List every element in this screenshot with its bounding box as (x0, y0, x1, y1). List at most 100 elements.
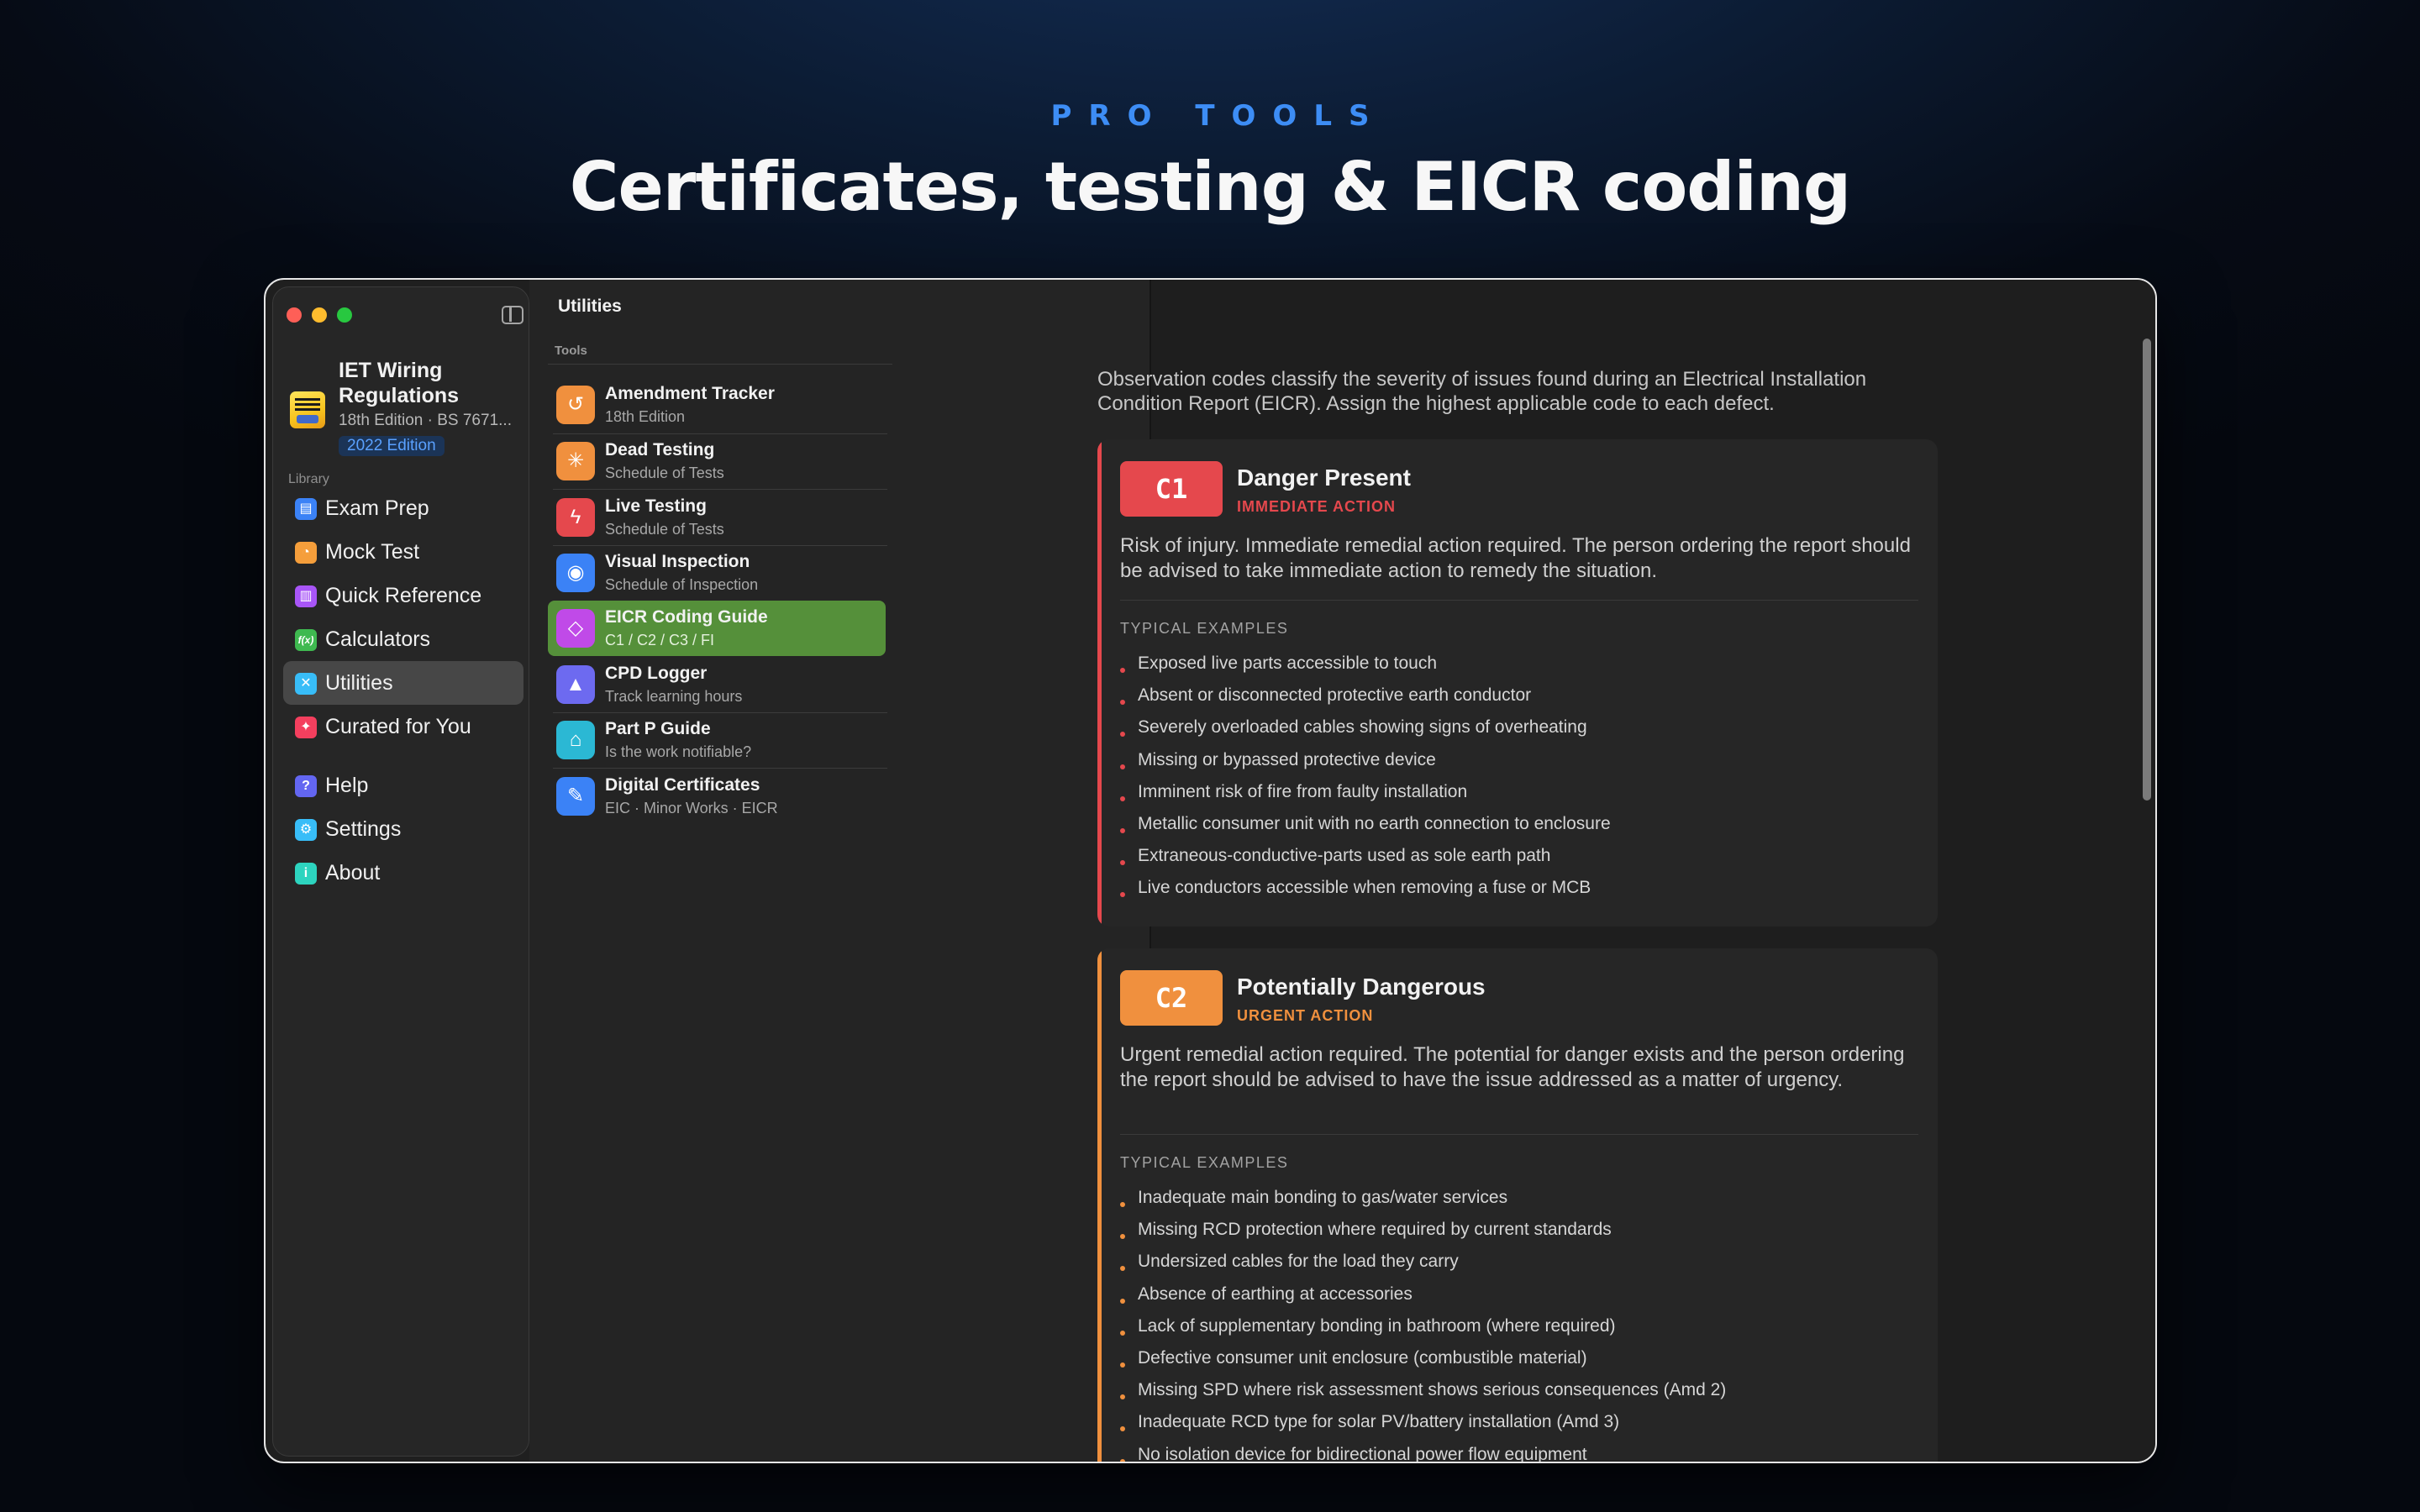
gear-icon: ⚙ (295, 819, 317, 841)
bullet-icon (1120, 795, 1125, 801)
close-window-button[interactable] (287, 307, 302, 323)
book-subtitle: 18th Edition · BS 7671... (339, 412, 512, 429)
divider (548, 364, 892, 365)
tool-visual-inspection[interactable]: ◉ Visual Inspection Schedule of Inspecti… (548, 545, 886, 601)
history-icon: ↺ (556, 386, 595, 424)
hero-eyebrow: PRO TOOLS (1050, 99, 1386, 133)
sidebar-item-utilities[interactable]: ✕ Utilities (283, 661, 523, 705)
list-item: Severely overloaded cables showing signs… (1120, 715, 1918, 747)
list-item: Undersized cables for the load they carr… (1120, 1249, 1918, 1281)
app-window: IET Wiring Regulations 18th Edition · BS… (264, 278, 2157, 1463)
tool-subtitle: Schedule of Tests (605, 465, 724, 481)
clipboard-icon: ▤ (295, 498, 317, 520)
sidebar-item-mock-test[interactable]: ◔ Mock Test (283, 530, 523, 574)
eye-icon: ◉ (556, 554, 595, 592)
bullet-icon (1120, 668, 1125, 673)
scrollbar[interactable] (2143, 339, 2151, 801)
minimize-window-button[interactable] (312, 307, 327, 323)
list-item: Missing or bypassed protective device (1120, 748, 1918, 780)
example-text: Absence of earthing at accessories (1138, 1284, 1413, 1304)
tool-cpd-logger[interactable]: ▲ CPD Logger Track learning hours (548, 657, 886, 712)
hero-title: Certificates, testing & EICR coding (569, 148, 1851, 226)
examples-list: Inadequate main bonding to gas/water ser… (1120, 1185, 1918, 1463)
tool-amendment-tracker[interactable]: ↺ Amendment Tracker 18th Edition (548, 377, 886, 433)
list-item: Absent or disconnected protective earth … (1120, 683, 1918, 715)
code-card-c1: C1 Danger Present IMMEDIATE ACTION Risk … (1097, 439, 1938, 927)
sidebar-item-label: Exam Prep (325, 496, 429, 520)
book-title: IET Wiring Regulations (339, 359, 460, 407)
sidebar-item-exam-prep[interactable]: ▤ Exam Prep (283, 486, 523, 530)
tool-part-p-guide[interactable]: ⌂ Part P Guide Is the work notifiable? (548, 712, 886, 768)
sidebar-item-label: Settings (325, 817, 402, 841)
example-text: Absent or disconnected protective earth … (1138, 685, 1532, 706)
tool-subtitle: C1 / C2 / C3 / FI (605, 632, 715, 648)
card-description: Urgent remedial action required. The pot… (1120, 1043, 1905, 1091)
example-text: Defective consumer unit enclosure (combu… (1138, 1347, 1587, 1368)
sidebar-item-label: Calculators (325, 627, 431, 651)
bullet-icon (1120, 1394, 1125, 1400)
sidebar-item-help[interactable]: ? Help (283, 764, 523, 807)
tool-eicr-coding-guide[interactable]: ◇ EICR Coding Guide C1 / C2 / C3 / FI (548, 601, 886, 656)
bullet-icon (1120, 1266, 1125, 1272)
sidebar-item-quick-reference[interactable]: ▥ Quick Reference (283, 574, 523, 617)
example-text: No isolation device for bidirectional po… (1138, 1444, 1587, 1463)
list-item: Defective consumer unit enclosure (combu… (1120, 1346, 1918, 1378)
list-item: Live conductors accessible when removing… (1120, 875, 1918, 907)
example-text: Imminent risk of fire from faulty instal… (1138, 781, 1468, 801)
building-icon: ⌂ (556, 721, 595, 759)
example-text: Exposed live parts accessible to touch (1138, 654, 1438, 673)
sidebar-item-settings[interactable]: ⚙ Settings (283, 807, 523, 851)
bullet-icon (1120, 827, 1125, 833)
example-text: Lack of supplementary bonding in bathroo… (1138, 1315, 1616, 1336)
bullet-icon (1120, 1426, 1125, 1432)
example-text: Live conductors accessible when removing… (1138, 878, 1591, 898)
list-item: Exposed live parts accessible to touch (1120, 651, 1918, 683)
examples-label: TYPICAL EXAMPLES (1120, 1154, 1289, 1171)
card-accent-bar (1097, 948, 1102, 1462)
timer-icon: ◔ (295, 542, 317, 564)
function-icon: f(x) (295, 629, 317, 651)
library-section-label: Library (288, 472, 329, 486)
bullet-icon (1120, 892, 1125, 898)
example-text: Missing RCD protection where required by… (1138, 1220, 1612, 1240)
info-icon: i (295, 863, 317, 885)
sidebar-item-calculators[interactable]: f(x) Calculators (283, 617, 523, 661)
code-badge: C2 (1120, 970, 1223, 1026)
tool-dead-testing[interactable]: ✳ Dead Testing Schedule of Tests (548, 433, 886, 489)
list-item: Inadequate RCD type for solar PV/battery… (1120, 1410, 1918, 1441)
tool-subtitle: Is the work notifiable? (605, 743, 752, 760)
list-item: Absence of earthing at accessories (1120, 1282, 1918, 1314)
sidebar-item-label: About (325, 861, 381, 885)
example-text: Inadequate RCD type for solar PV/battery… (1138, 1412, 1620, 1432)
sidebar-toggle-icon[interactable] (502, 306, 523, 324)
tools-column-title: Utilities (558, 297, 622, 316)
zoom-window-button[interactable] (337, 307, 352, 323)
question-icon: ? (295, 775, 317, 797)
sidebar-item-label: Quick Reference (325, 584, 482, 607)
tool-name: Visual Inspection (605, 552, 750, 571)
sparkle-icon: ✳ (556, 442, 595, 480)
sidebar-item-label: Help (325, 774, 369, 797)
bullet-icon (1120, 1298, 1125, 1304)
divider (1120, 1134, 1918, 1135)
example-text: Extraneous-conductive-parts used as sole… (1138, 846, 1551, 866)
bullet-icon (1120, 1330, 1125, 1336)
tools-icon: ✕ (295, 673, 317, 695)
graduation-cap-icon: ▲ (556, 665, 595, 704)
chart-icon: ▥ (295, 585, 317, 607)
example-text: Undersized cables for the load they carr… (1138, 1252, 1459, 1272)
tool-name: Digital Certificates (605, 775, 760, 795)
tool-subtitle: Schedule of Inspection (605, 576, 759, 593)
tool-subtitle: Schedule of Tests (605, 521, 724, 538)
tag-icon: ◇ (556, 609, 595, 648)
card-title: Potentially Dangerous (1237, 974, 1486, 1000)
sidebar-item-about[interactable]: i About (283, 851, 523, 895)
tool-digital-certificates[interactable]: ✎ Digital Certificates EIC · Minor Works… (548, 769, 886, 824)
example-text: Severely overloaded cables showing signs… (1138, 717, 1587, 738)
sidebar-item-curated-for-you[interactable]: ✦ Curated for You (283, 705, 523, 748)
list-item: Lack of supplementary bonding in bathroo… (1120, 1314, 1918, 1346)
book-header[interactable]: IET Wiring Regulations 18th Edition · BS… (290, 358, 525, 459)
bullet-icon (1120, 1234, 1125, 1240)
examples-label: TYPICAL EXAMPLES (1120, 620, 1289, 637)
tool-live-testing[interactable]: ϟ Live Testing Schedule of Tests (548, 490, 886, 545)
